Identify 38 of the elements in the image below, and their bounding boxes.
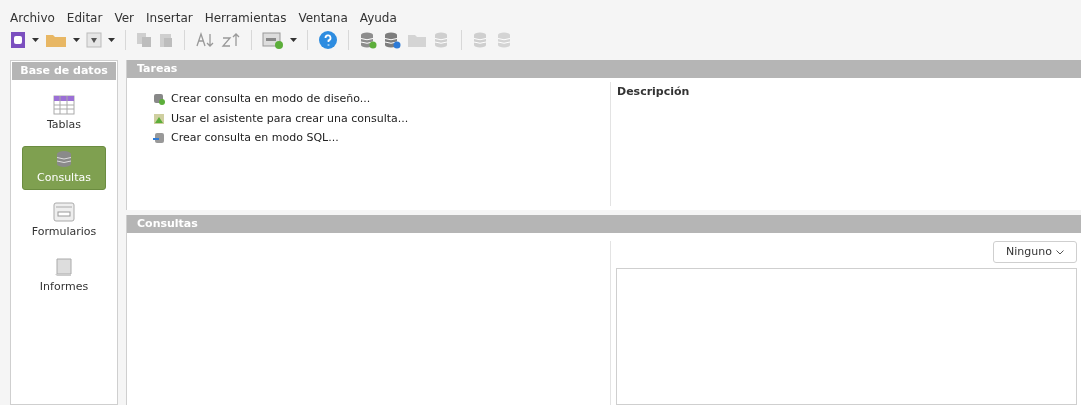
description-title: Descripción <box>617 85 690 98</box>
database-icon[interactable] <box>383 31 401 49</box>
table-icon <box>53 95 75 115</box>
paste-icon[interactable] <box>158 32 174 48</box>
sidebar-item[interactable]: Formularios <box>22 198 106 245</box>
help-icon[interactable] <box>318 30 338 50</box>
menu-item[interactable]: Editar <box>66 9 103 27</box>
menu-item[interactable]: Insertar <box>146 9 193 27</box>
form-add-icon[interactable] <box>262 31 284 49</box>
sort-descending-icon[interactable] <box>221 32 241 48</box>
chevron-icon <box>1056 249 1064 255</box>
menu-item[interactable]: Archivo <box>10 9 55 27</box>
task-link[interactable]: Usar el asistente para crear una consulta... <box>171 110 409 127</box>
panel-header: Tareas <box>127 60 1081 78</box>
caret-icon[interactable] <box>32 37 39 43</box>
database-icon[interactable] <box>359 31 377 49</box>
menu-item[interactable]: Ventana <box>298 9 348 27</box>
preview-dropdown[interactable]: Ninguno <box>993 241 1077 263</box>
caret-icon[interactable] <box>108 37 115 43</box>
wizard-icon <box>153 112 165 125</box>
menu-item[interactable]: Ayuda <box>359 9 397 27</box>
database-icon <box>54 149 74 168</box>
caret-icon[interactable] <box>290 37 297 43</box>
menu-item[interactable]: Herramientas <box>204 9 287 27</box>
copy-icon[interactable] <box>136 32 152 48</box>
sidebar-item[interactable]: Tablas <box>22 91 106 138</box>
sidebar-item[interactable]: Informes <box>22 252 106 299</box>
download-icon[interactable] <box>86 32 102 48</box>
sidebar-title: Base de datos <box>12 62 116 80</box>
task-link[interactable]: Crear consulta en modo de diseño... <box>171 91 371 108</box>
menu-item[interactable]: Ver <box>114 9 134 27</box>
task-link[interactable]: Crear consulta en modo SQL... <box>171 130 339 147</box>
panel-header: Consultas <box>127 215 1081 233</box>
form-icon <box>53 202 75 222</box>
report-icon <box>54 256 74 277</box>
sort-ascending-icon[interactable] <box>195 32 215 48</box>
caret-icon[interactable] <box>73 37 80 43</box>
folder-icon[interactable] <box>45 32 67 48</box>
